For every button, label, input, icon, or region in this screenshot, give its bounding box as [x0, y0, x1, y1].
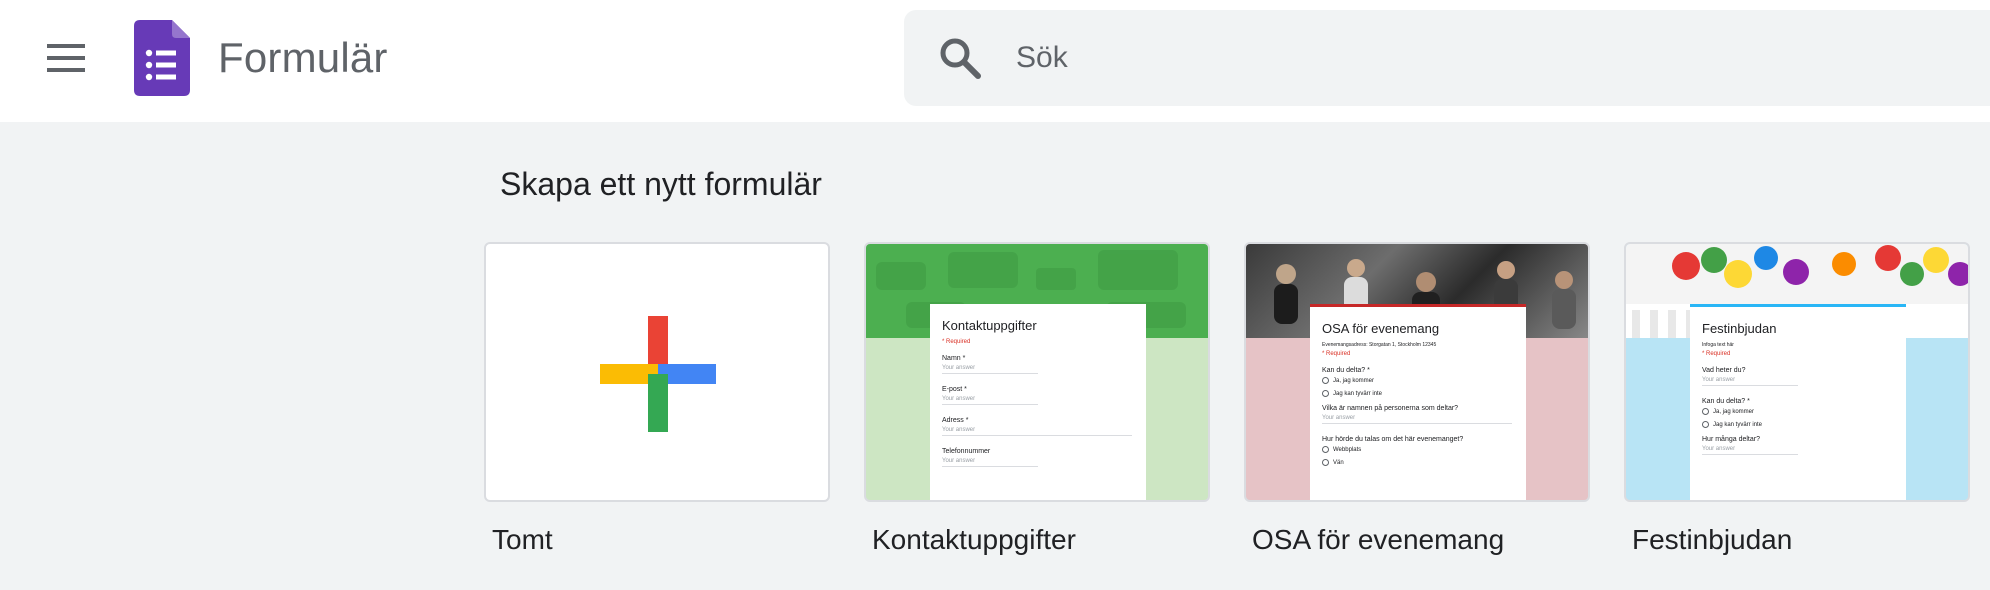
template-label-blank[interactable]: Tomt: [492, 520, 553, 560]
multicolor-plus-icon: [600, 316, 716, 432]
preview-question: Vilka är namnen på personerna som deltar…: [1322, 405, 1459, 412]
forms-logo-icon[interactable]: [134, 20, 190, 96]
preview-question: Kan du delta? *: [1702, 398, 1750, 405]
preview-answer: Your answer: [1322, 415, 1512, 424]
preview-answer: Your answer: [942, 396, 1038, 405]
preview-field: E-post *: [942, 386, 967, 393]
preview-title: OSA för evenemang: [1322, 321, 1440, 336]
preview-question: Vad heter du?: [1702, 367, 1746, 374]
template-card-party[interactable]: Festinbjudan Infoga text här * Required …: [1624, 242, 1970, 502]
app-title[interactable]: Formulär: [218, 30, 388, 86]
preview-field: Namn *: [942, 355, 966, 362]
rsvp-preview-sheet: OSA för evenemang Evenemangsadress: Stor…: [1310, 304, 1526, 500]
preview-description: Evenemangsadress: Storgatan 1, Stockholm…: [1322, 342, 1437, 348]
section-title: Skapa ett nytt formulär: [500, 166, 822, 202]
preview-field: Telefonnummer: [942, 448, 991, 455]
template-card-blank[interactable]: [484, 242, 830, 502]
preview-description: Infoga text här: [1702, 342, 1734, 348]
search-input[interactable]: [1016, 34, 1916, 82]
preview-answer: Your answer: [1702, 377, 1798, 386]
preview-option: Ja, jag kommer: [1702, 408, 1894, 415]
preview-option: Jag kan tyvärr inte: [1702, 421, 1894, 428]
preview-title: Kontaktuppgifter: [942, 318, 1037, 333]
preview-required-note: * Required: [942, 339, 971, 345]
preview-answer: Your answer: [942, 458, 1038, 467]
preview-answer: Your answer: [1702, 446, 1798, 455]
search-bar[interactable]: [904, 10, 1990, 106]
search-icon[interactable]: [938, 36, 982, 80]
template-card-contact[interactable]: Kontaktuppgifter * Required Namn * Your …: [864, 242, 1210, 502]
preview-required-note: * Required: [1702, 351, 1731, 357]
preview-option: Webbplats: [1322, 446, 1514, 453]
preview-required-note: * Required: [1322, 351, 1351, 357]
hamburger-menu-icon: [47, 44, 85, 72]
preview-answer: Your answer: [942, 365, 1038, 374]
contact-preview-sheet: Kontaktuppgifter * Required Namn * Your …: [930, 304, 1146, 500]
preview-title: Festinbjudan: [1702, 321, 1777, 336]
template-card-rsvp[interactable]: OSA för evenemang Evenemangsadress: Stor…: [1244, 242, 1590, 502]
preview-answer: Your answer: [942, 427, 1132, 436]
preview-option: Vän: [1322, 459, 1514, 466]
preview-option: Jag kan tyvärr inte: [1322, 390, 1514, 397]
preview-question: Hur många deltar?: [1702, 436, 1760, 443]
template-label-rsvp[interactable]: OSA för evenemang: [1252, 520, 1504, 560]
template-label-contact[interactable]: Kontaktuppgifter: [872, 520, 1076, 560]
preview-field: Adress *: [942, 417, 969, 424]
preview-question: Kan du delta? *: [1322, 367, 1370, 374]
preview-option: Ja, jag kommer: [1322, 377, 1514, 384]
preview-question: Hur hörde du talas om det här evenemange…: [1322, 436, 1464, 443]
party-preview-sheet: Festinbjudan Infoga text här * Required …: [1690, 304, 1906, 500]
main-menu-button[interactable]: [30, 26, 102, 90]
top-bar: Formulär: [0, 0, 1990, 122]
template-label-party[interactable]: Festinbjudan: [1632, 520, 1792, 560]
